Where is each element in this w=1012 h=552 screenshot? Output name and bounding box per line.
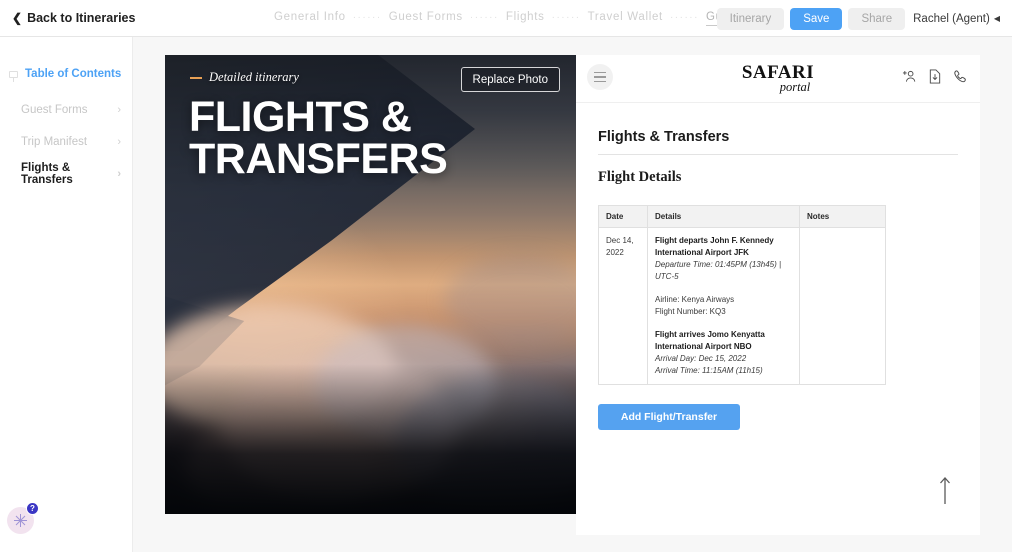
dash-icon	[190, 76, 202, 79]
wizard-steps: General Info ······ Guest Forms ······ F…	[274, 11, 779, 26]
sidebar-item-label: Trip Manifest	[21, 136, 88, 148]
sidebar-nav-list: Guest Forms › Trip Manifest › Flights & …	[0, 94, 132, 190]
help-badge[interactable]: ?	[26, 502, 39, 515]
workspace: Detailed itinerary FLIGHTS & TRANSFERS R…	[133, 37, 1012, 552]
chevron-right-icon: ›	[117, 136, 121, 148]
sidebar-item-label: Flights & Transfers	[21, 162, 73, 186]
page-title: Flights & Transfers	[598, 129, 958, 155]
detail-line: Flight Number: KQ3	[655, 307, 726, 316]
wizard-dots: ······	[551, 12, 581, 23]
top-bar: ❮ Back to Itineraries General Info ·····…	[0, 0, 1012, 37]
wizard-step-travel-wallet[interactable]: Travel Wallet	[588, 11, 663, 23]
wizard-step-guest-forms[interactable]: Guest Forms	[389, 11, 463, 23]
preview-header-icons	[902, 69, 968, 84]
arrow-up-icon[interactable]	[934, 475, 956, 505]
flight-details-table: Date Details Notes Dec 14, 2022 Flight d…	[598, 205, 886, 385]
back-to-itineraries-label: Back to Itineraries	[27, 11, 136, 25]
itinerary-button[interactable]: Itinerary	[716, 7, 785, 30]
help-widget[interactable]: ?	[7, 502, 39, 534]
document-download-icon[interactable]	[928, 69, 942, 84]
user-label: Rachel (Agent)	[913, 12, 990, 25]
table-row[interactable]: Dec 14, 2022 Flight departs John F. Kenn…	[598, 227, 886, 385]
guest-portal-preview: SAFARI portal Flights & Transfers Flight…	[576, 55, 980, 535]
cell-date: Dec 14, 2022	[598, 227, 648, 385]
chevron-right-icon: ›	[117, 104, 121, 116]
column-header-notes: Notes	[799, 205, 886, 228]
detail-line: Arrival Day: Dec 15, 2022	[655, 354, 747, 363]
hero-title: FLIGHTS & TRANSFERS	[189, 93, 529, 184]
detail-line: Flight arrives Jomo Kenyatta Internation…	[655, 330, 765, 351]
cell-notes	[799, 227, 886, 385]
table-of-contents-header[interactable]: Table of Contents	[9, 68, 132, 82]
save-button[interactable]: Save	[790, 7, 843, 30]
column-header-details: Details	[647, 205, 800, 228]
hamburger-menu-icon[interactable]	[587, 64, 613, 90]
wizard-step-general-info[interactable]: General Info	[274, 11, 346, 23]
add-flight-transfer-button[interactable]: Add Flight/Transfer	[598, 404, 740, 430]
hero-title-line-1: FLIGHTS &	[189, 93, 412, 141]
replace-photo-button[interactable]: Replace Photo	[460, 67, 560, 92]
wizard-step-flights[interactable]: Flights	[506, 11, 545, 23]
section-title: Flight Details	[598, 169, 682, 185]
hero-kicker-label: Detailed itinerary	[209, 70, 299, 84]
detail-line: Airline: Kenya Airways	[655, 295, 735, 304]
user-menu[interactable]: Rachel (Agent) ◀	[913, 13, 1000, 25]
sidebar-item-trip-manifest[interactable]: Trip Manifest ›	[0, 126, 132, 158]
wizard-dots: ······	[352, 12, 382, 23]
top-bar-actions: Itinerary Save Share Rachel (Agent) ◀	[716, 0, 1004, 37]
chevron-down-icon: ◀	[993, 14, 1000, 23]
share-button[interactable]: Share	[848, 7, 906, 30]
detail-spacer	[655, 283, 792, 294]
detail-spacer	[655, 318, 792, 329]
sidebar: Table of Contents Guest Forms › Trip Man…	[0, 37, 133, 552]
wizard-dots: ······	[469, 12, 499, 23]
sidebar-item-label: Guest Forms	[21, 104, 88, 116]
table-header-row: Date Details Notes	[598, 205, 886, 228]
preview-header: SAFARI portal	[576, 55, 980, 103]
detail-line: Flight departs John F. Kennedy Internati…	[655, 236, 774, 257]
back-to-itineraries-link[interactable]: ❮ Back to Itineraries	[12, 11, 135, 25]
preview-body: Flights & Transfers Flight Details Date …	[576, 103, 980, 430]
wizard-dots: ······	[669, 12, 699, 23]
detail-line: Arrival Time: 11:15AM (11h15)	[655, 366, 763, 375]
phone-icon[interactable]	[953, 69, 968, 84]
chevron-right-icon: ›	[117, 168, 121, 180]
chevron-left-icon: ❮	[12, 11, 23, 25]
cell-details: Flight departs John F. Kennedy Internati…	[647, 227, 800, 385]
detail-line: Departure Time: 01:45PM (13h45) | UTC-5	[655, 260, 782, 281]
hero-kicker: Detailed itinerary	[190, 70, 299, 85]
column-header-date: Date	[598, 205, 648, 228]
sidebar-item-flights-and-transfers[interactable]: Flights & Transfers ›	[0, 158, 132, 190]
add-person-icon[interactable]	[902, 69, 917, 84]
hero-title-line-2: TRANSFERS	[189, 135, 448, 184]
document-outline-icon	[9, 69, 20, 82]
table-of-contents-label: Table of Contents	[25, 68, 122, 80]
hero-photo[interactable]: Detailed itinerary FLIGHTS & TRANSFERS R…	[165, 55, 576, 514]
sidebar-item-guest-forms[interactable]: Guest Forms ›	[0, 94, 132, 126]
